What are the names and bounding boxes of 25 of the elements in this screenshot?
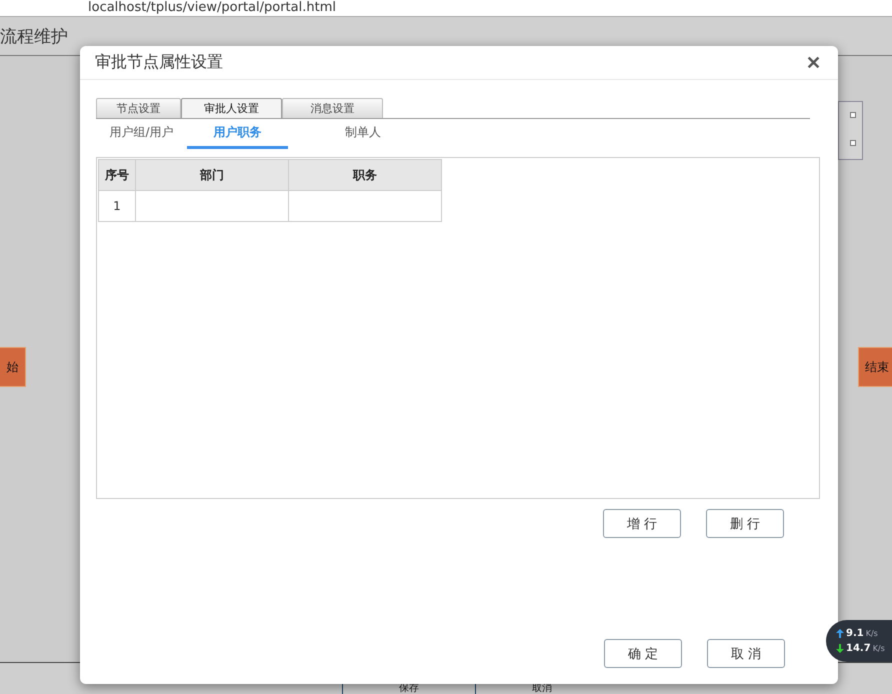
row-button[interactable]: 增 行 <box>603 509 681 538</box>
column-header: 部门 <box>136 160 288 190</box>
table-cell: 1 <box>98 190 136 222</box>
subtab[interactable]: 用户组/用户 <box>96 123 187 149</box>
speed-unit: K/s <box>866 629 878 638</box>
subtab[interactable]: 制单人 <box>288 123 438 149</box>
upload-speed: 9.1 <box>846 628 864 639</box>
url-text: localhost/tplus/view/portal/portal.html <box>88 0 336 16</box>
speed-unit: K/s <box>872 644 885 653</box>
column-header: 序号 <box>98 160 136 190</box>
column-header: 职务 <box>288 160 442 190</box>
tab[interactable]: 节点设置 <box>96 98 181 118</box>
tab[interactable]: 消息设置 <box>282 98 383 118</box>
row-button[interactable]: 删 行 <box>706 509 784 538</box>
page-title: 流程维护 <box>0 26 68 48</box>
flow-node: 始 <box>0 347 26 387</box>
close-button[interactable]: ✕ <box>804 52 823 74</box>
down-arrow-icon <box>836 644 844 653</box>
download-speed: 14.7 <box>846 643 871 654</box>
up-arrow-icon <box>836 629 844 638</box>
dialog-button[interactable]: 取 消 <box>707 639 785 668</box>
tab[interactable]: 审批人设置 <box>181 98 282 118</box>
flow-node: 结束 <box>858 347 892 387</box>
dialog-title: 审批节点属性设置 <box>95 52 223 73</box>
dialog-button[interactable]: 确 定 <box>604 639 682 668</box>
